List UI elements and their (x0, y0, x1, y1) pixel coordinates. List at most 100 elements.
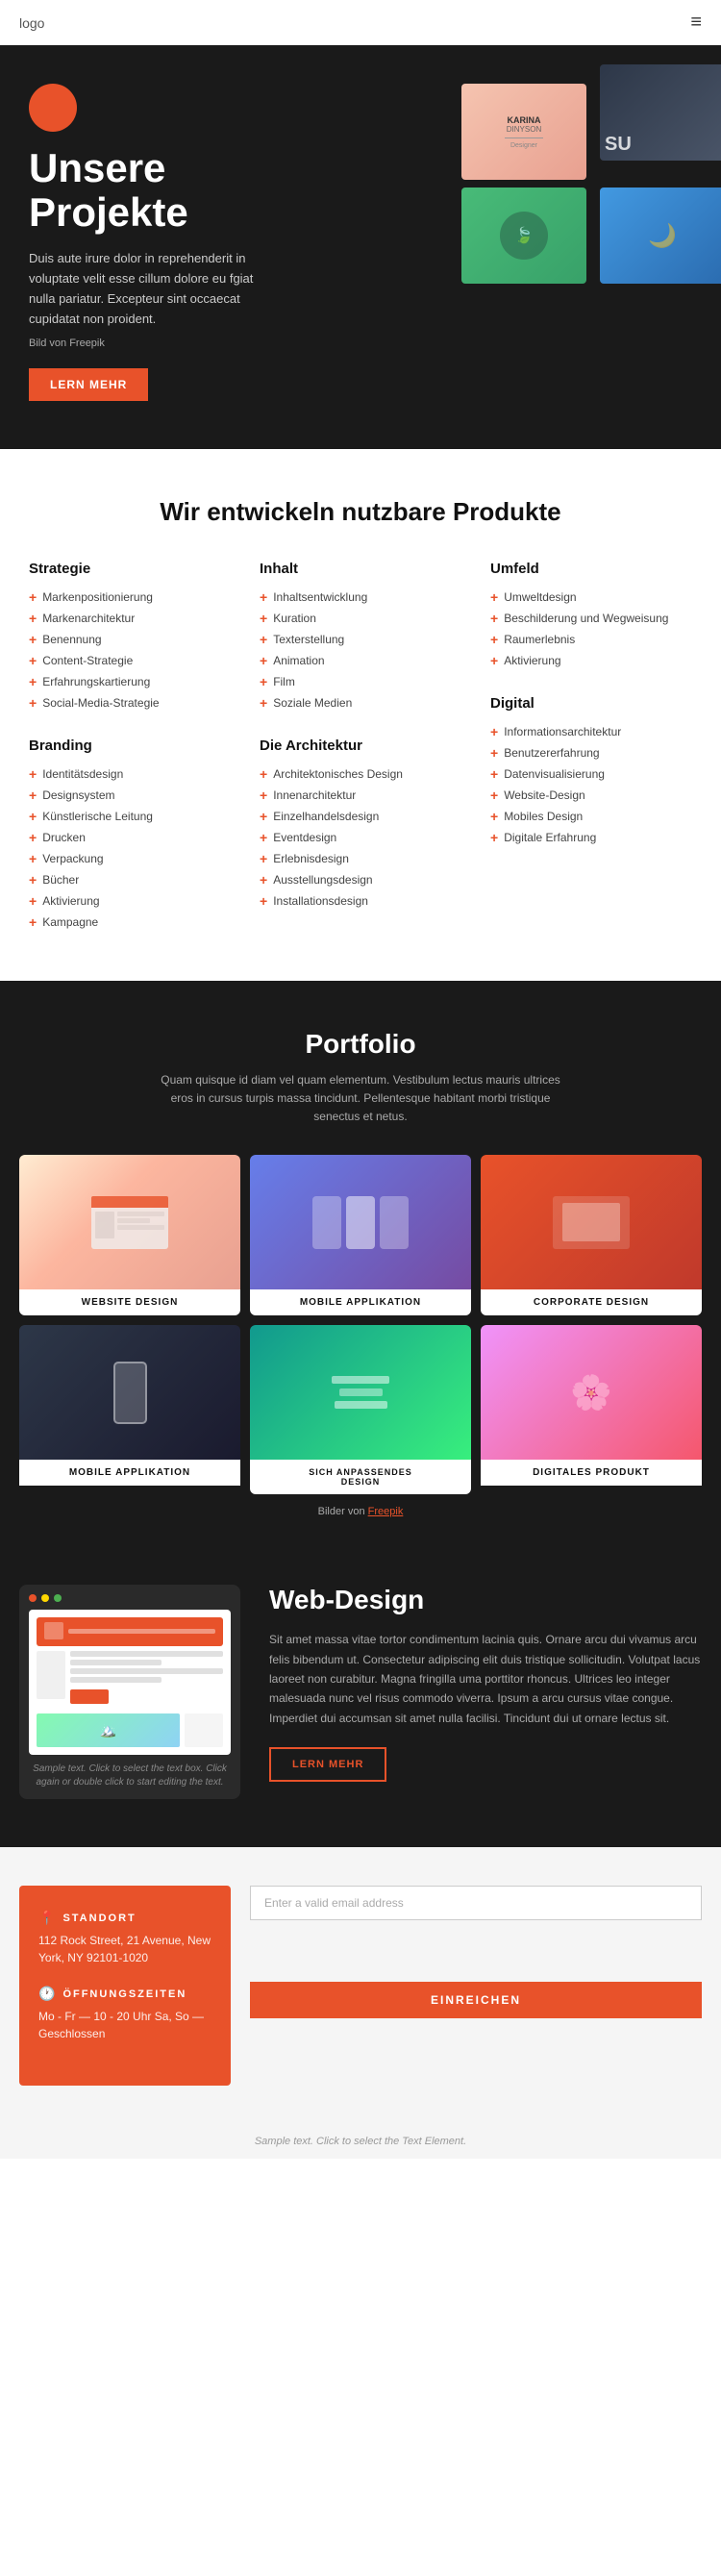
plus-icon: + (490, 766, 498, 782)
service-item: +Künstlerische Leitung (29, 806, 231, 827)
plus-icon: + (260, 653, 267, 668)
hero-description: Duis aute irure dolor in reprehenderit i… (29, 249, 269, 329)
plus-icon: + (490, 589, 498, 605)
service-item: +Installationsdesign (260, 890, 461, 912)
hero-img-1: KARINA DINYSON Designer (461, 84, 586, 180)
plus-icon: + (260, 589, 267, 605)
webdesign-section: 🏔️ Sample text. Click to select the text… (0, 1556, 721, 1847)
portfolio-label-2: MOBILE APPLIKATION (250, 1289, 471, 1315)
portfolio-label-6: DIGITALES PRODUKT (481, 1460, 702, 1486)
webdesign-cta-button[interactable]: LERN MEHR (269, 1747, 386, 1782)
portfolio-item-6[interactable]: 🌸 DIGITALES PRODUKT (481, 1325, 702, 1494)
plus-icon: + (29, 872, 37, 888)
services-col-title-architektur: Die Architektur (260, 738, 461, 754)
service-item: +Kuration (260, 608, 461, 629)
service-item: +Designsystem (29, 785, 231, 806)
plus-icon: + (260, 766, 267, 782)
service-item: +Architektonisches Design (260, 763, 461, 785)
portfolio-label-3: CORPORATE DESIGN (481, 1289, 702, 1315)
portfolio-item-3[interactable]: CORPORATE DESIGN (481, 1155, 702, 1315)
services-section: Wir entwickeln nutzbare Produkte Strateg… (0, 449, 721, 981)
service-item: +Mobiles Design (490, 806, 692, 827)
contact-location-text: 112 Rock Street, 21 Avenue, New York, NY… (38, 1932, 211, 1966)
mockup-line (70, 1668, 223, 1674)
email-input[interactable] (250, 1886, 702, 1920)
plus-icon: + (260, 893, 267, 909)
mockup-sidebar (37, 1651, 65, 1699)
plus-icon: + (490, 809, 498, 824)
service-item: +Website-Design (490, 785, 692, 806)
plus-icon: + (260, 872, 267, 888)
service-item: +Erfahrungskartierung (29, 671, 231, 692)
hero-image-grid: KARINA DINYSON Designer SU 🍃 🌙 (461, 64, 721, 284)
mockup-screen: 🏔️ (29, 1610, 231, 1755)
contact-hours-text: Mo - Fr — 10 - 20 Uhr Sa, So — Geschloss… (38, 2008, 211, 2042)
webdesign-heading: Web-Design (269, 1585, 702, 1615)
mockup-dot-red (29, 1594, 37, 1602)
hero-cta-button[interactable]: LERN MEHR (29, 368, 148, 401)
portfolio-heading: Portfolio (19, 1029, 702, 1060)
service-item: +Texterstellung (260, 629, 461, 650)
plus-icon: + (29, 914, 37, 930)
services-heading: Wir entwickeln nutzbare Produkte (29, 497, 692, 527)
hero-img-4: 🌙 (600, 188, 721, 284)
service-item: +Verpackung (29, 848, 231, 869)
plus-icon: + (260, 809, 267, 824)
service-item: +Identitätsdesign (29, 763, 231, 785)
portfolio-item-4[interactable]: MOBILE APPLIKATION (19, 1325, 240, 1494)
service-item: +Beschilderung und Wegweisung (490, 608, 692, 629)
services-col-umfeld: Umfeld +Umweltdesign +Beschilderung und … (490, 561, 692, 933)
service-item: +Soziale Medien (260, 692, 461, 713)
plus-icon: + (29, 695, 37, 711)
header: logo ≡ (0, 0, 721, 45)
service-item: +Innenarchitektur (260, 785, 461, 806)
portfolio-image-credit: Bilder von Freepik (19, 1506, 702, 1517)
portfolio-label-5: SICH ANPASSENDESDESIGN (250, 1460, 471, 1494)
mockup-dot-green (54, 1594, 62, 1602)
service-item: +Digitale Erfahrung (490, 827, 692, 848)
service-item: +Datenvisualisierung (490, 763, 692, 785)
services-grid: Strategie +Markenpositionierung +Markena… (29, 561, 692, 933)
webdesign-mockup: 🏔️ Sample text. Click to select the text… (19, 1585, 240, 1799)
plus-icon: + (29, 653, 37, 668)
contact-location-title: 📍 STANDORT (38, 1910, 211, 1926)
submit-button[interactable]: EINREICHEN (250, 1982, 702, 2018)
plus-icon: + (29, 766, 37, 782)
contact-section: 📍 STANDORT 112 Rock Street, 21 Avenue, N… (0, 1847, 721, 2124)
freepik-link[interactable]: Freepik (368, 1506, 404, 1517)
plus-icon: + (490, 745, 498, 761)
service-item: +Drucken (29, 827, 231, 848)
menu-icon[interactable]: ≡ (690, 12, 702, 34)
mockup-banner (37, 1617, 223, 1646)
service-item: +Aktivierung (490, 650, 692, 671)
hero-section: UnsereProjekte Duis aute irure dolor in … (0, 45, 721, 449)
clock-icon: 🕐 (38, 1986, 57, 2002)
plus-icon: + (260, 632, 267, 647)
portfolio-label-4: MOBILE APPLIKATION (19, 1460, 240, 1486)
service-item: +Social-Media-Strategie (29, 692, 231, 713)
contact-hours: 🕐 ÖFFNUNGSZEITEN Mo - Fr — 10 - 20 Uhr S… (38, 1986, 211, 2042)
hero-img-2: SU (600, 64, 721, 161)
portfolio-item-2[interactable]: MOBILE APPLIKATION (250, 1155, 471, 1315)
mockup-line (70, 1677, 162, 1683)
portfolio-description: Quam quisque id diam vel quam elementum.… (159, 1071, 562, 1127)
service-item: +Animation (260, 650, 461, 671)
mockup-dot-yellow (41, 1594, 49, 1602)
plus-icon: + (29, 809, 37, 824)
portfolio-item-1[interactable]: WEBSITE DESIGN (19, 1155, 240, 1315)
service-item: +Inhaltsentwicklung (260, 587, 461, 608)
mockup-content (70, 1651, 223, 1704)
contact-info-card: 📍 STANDORT 112 Rock Street, 21 Avenue, N… (19, 1886, 231, 2086)
pin-icon: 📍 (38, 1910, 57, 1926)
plus-icon: + (29, 788, 37, 803)
contact-hours-title: 🕐 ÖFFNUNGSZEITEN (38, 1986, 211, 2002)
plus-icon: + (490, 653, 498, 668)
plus-icon: + (260, 695, 267, 711)
service-item: +Benutzererfahrung (490, 742, 692, 763)
logo: logo (19, 15, 44, 31)
services-col-title-umfeld: Umfeld (490, 561, 692, 577)
plus-icon: + (490, 611, 498, 626)
plus-icon: + (29, 674, 37, 689)
mockup-line (70, 1651, 223, 1657)
portfolio-item-5[interactable]: SICH ANPASSENDESDESIGN (250, 1325, 471, 1494)
